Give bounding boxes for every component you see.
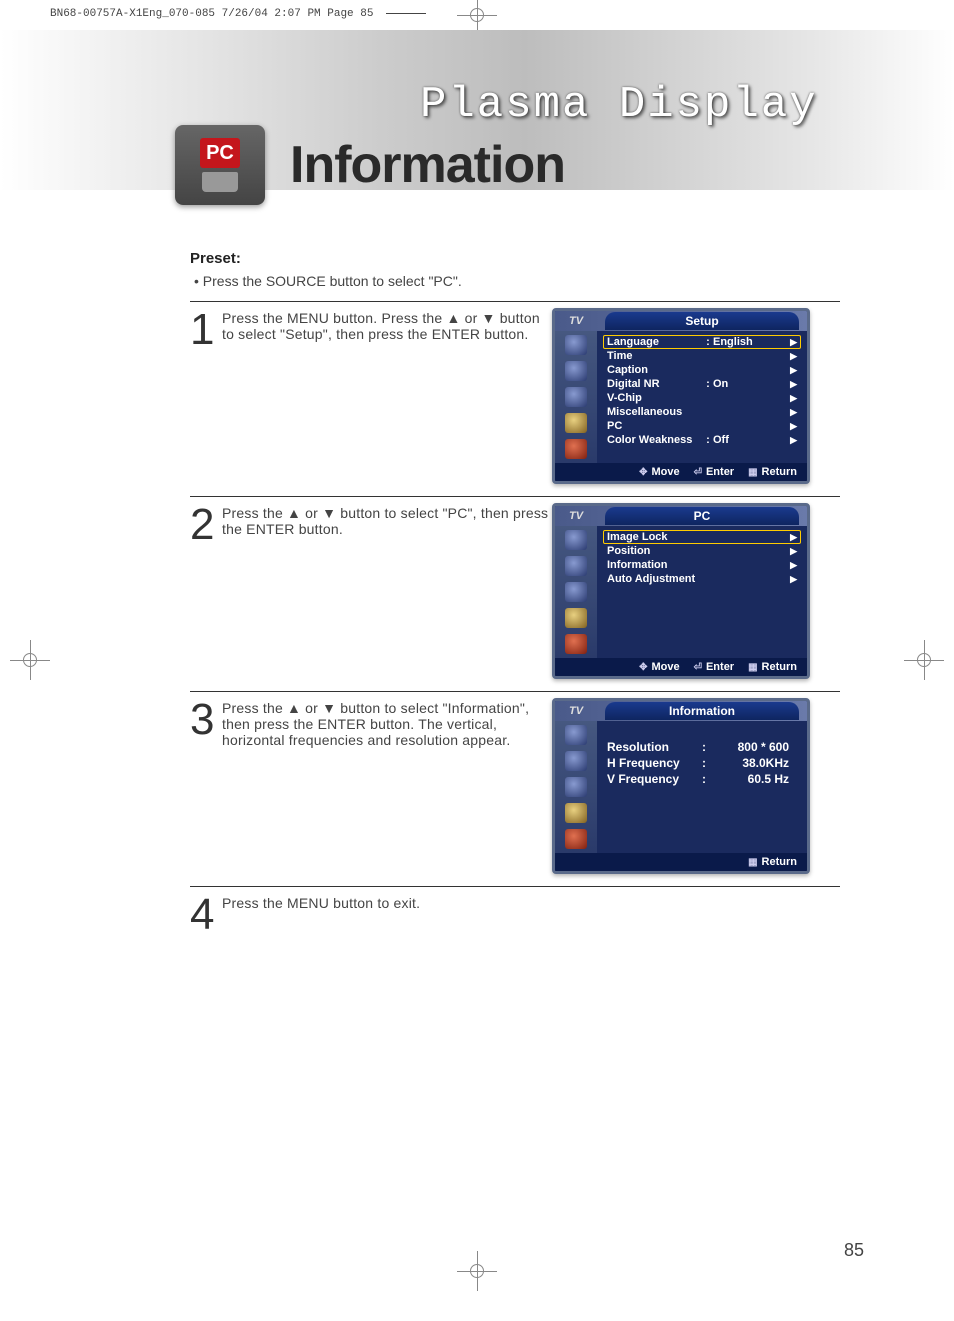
info-v-frequency: V Frequency : 60.5 Hz — [607, 771, 797, 787]
chevron-right-icon: ▶ — [790, 407, 797, 418]
crop-mark-bottom — [457, 1251, 497, 1291]
osd-footer: ✥Move ⏎Enter ▦Return — [555, 463, 807, 481]
osd-sidebar-icons — [555, 526, 597, 658]
header-banner: Plasma Display PC Information — [0, 30, 954, 190]
return-icon: ▦ — [748, 662, 757, 673]
enter-icon: ⏎ — [694, 662, 702, 673]
info-h-frequency: H Frequency : 38.0KHz — [607, 755, 797, 771]
step-1: 1 Press the MENU button. Press the ▲ or … — [190, 301, 840, 484]
osd-icon-picture-icon — [565, 556, 587, 576]
osd-item-misc: Miscellaneous ▶ — [603, 405, 801, 419]
osd-icon-setup-icon — [565, 634, 587, 654]
enter-icon: ⏎ — [694, 467, 702, 478]
step-text: Press the MENU button to exit. — [222, 893, 552, 946]
osd-icon-channel-icon — [565, 803, 587, 823]
preset-heading: Preset: — [190, 250, 840, 267]
osd-item-color-weakness: Color Weakness : Off ▶ — [603, 433, 801, 447]
step-text: Press the ▲ or ▼ button to select "Infor… — [222, 698, 552, 874]
osd-sidebar-icons — [555, 721, 597, 853]
osd-title: PC — [605, 507, 799, 525]
osd-title: Setup — [605, 312, 799, 330]
osd-icon-channel-icon — [565, 413, 587, 433]
osd-footer: ▦Return — [555, 853, 807, 871]
osd-icon-picture-icon — [565, 361, 587, 381]
chevron-right-icon: ▶ — [790, 560, 797, 571]
osd-item-position: Position ▶ — [603, 544, 801, 558]
osd-item-information: Information ▶ — [603, 558, 801, 572]
move-icon: ✥ — [639, 662, 647, 673]
info-resolution: Resolution : 800 * 600 — [607, 739, 797, 755]
step-number: 4 — [190, 893, 222, 946]
step-number: 1 — [190, 308, 222, 484]
osd-source-label: TV — [555, 315, 597, 327]
chevron-right-icon: ▶ — [790, 337, 797, 348]
osd-icon-picture-icon — [565, 751, 587, 771]
osd-icon-sound-icon — [565, 582, 587, 602]
chevron-right-icon: ▶ — [790, 546, 797, 557]
return-icon: ▦ — [748, 857, 757, 868]
print-header: BN68-00757A-X1Eng_070-085 7/26/04 2:07 P… — [50, 8, 426, 20]
step-2: 2 Press the ▲ or ▼ button to select "PC"… — [190, 496, 840, 679]
osd-item-language: Language : English ▶ — [603, 335, 801, 349]
osd-source-label: TV — [555, 510, 597, 522]
osd-list: Language : English ▶ Time ▶ Caption — [597, 331, 807, 463]
banner-title: Plasma Display — [420, 80, 818, 130]
print-header-rule — [386, 13, 426, 14]
preset-note: • Press the SOURCE button to select "PC"… — [190, 273, 840, 289]
osd-list: Image Lock ▶ Position ▶ Information ▶ — [597, 526, 807, 658]
content: Preset: • Press the SOURCE button to sel… — [190, 250, 840, 946]
chevron-right-icon: ▶ — [790, 532, 797, 543]
osd-icon-setup-icon — [565, 439, 587, 459]
osd-item-time: Time ▶ — [603, 349, 801, 363]
step-screenshot: TV PC Image Lock ▶ — [552, 503, 812, 679]
pc-badge-label: PC — [200, 138, 240, 168]
osd-item-caption: Caption ▶ — [603, 363, 801, 377]
osd-icon-input-icon — [565, 530, 587, 550]
osd-item-digital-nr: Digital NR : On ▶ — [603, 377, 801, 391]
osd-icon-setup-icon — [565, 829, 587, 849]
step-number: 3 — [190, 698, 222, 874]
osd-pc: TV PC Image Lock ▶ — [552, 503, 810, 679]
step-3: 3 Press the ▲ or ▼ button to select "Inf… — [190, 691, 840, 874]
page-title: Information — [290, 135, 565, 195]
crop-mark-right — [904, 640, 944, 680]
osd-item-pc: PC ▶ — [603, 419, 801, 433]
crop-mark-left — [10, 640, 50, 680]
osd-icon-input-icon — [565, 335, 587, 355]
chevron-right-icon: ▶ — [790, 365, 797, 376]
osd-icon-sound-icon — [565, 387, 587, 407]
step-screenshot: TV Setup Language : — [552, 308, 812, 484]
pc-badge-base-icon — [202, 172, 238, 192]
step-number: 2 — [190, 503, 222, 679]
step-text: Press the MENU button. Press the ▲ or ▼ … — [222, 308, 552, 484]
osd-setup: TV Setup Language : — [552, 308, 810, 484]
step-screenshot: TV Information Resolution : — [552, 698, 812, 874]
osd-info-list: Resolution : 800 * 600 H Frequency : 38.… — [597, 721, 807, 853]
chevron-right-icon: ▶ — [790, 393, 797, 404]
osd-item-vchip: V-Chip ▶ — [603, 391, 801, 405]
osd-icon-sound-icon — [565, 777, 587, 797]
pc-badge: PC — [175, 125, 265, 205]
osd-icon-channel-icon — [565, 608, 587, 628]
osd-icon-input-icon — [565, 725, 587, 745]
osd-title: Information — [605, 702, 799, 720]
page-number: 85 — [844, 1240, 864, 1261]
move-icon: ✥ — [639, 467, 647, 478]
osd-item-image-lock: Image Lock ▶ — [603, 530, 801, 544]
osd-item-auto-adjust: Auto Adjustment ▶ — [603, 572, 801, 586]
chevron-right-icon: ▶ — [790, 574, 797, 585]
return-icon: ▦ — [748, 467, 757, 478]
print-header-text: BN68-00757A-X1Eng_070-085 7/26/04 2:07 P… — [50, 8, 373, 20]
osd-footer: ✥Move ⏎Enter ▦Return — [555, 658, 807, 676]
chevron-right-icon: ▶ — [790, 435, 797, 446]
osd-source-label: TV — [555, 705, 597, 717]
chevron-right-icon: ▶ — [790, 421, 797, 432]
osd-sidebar-icons — [555, 331, 597, 463]
step-text: Press the ▲ or ▼ button to select "PC", … — [222, 503, 552, 679]
chevron-right-icon: ▶ — [790, 351, 797, 362]
chevron-right-icon: ▶ — [790, 379, 797, 390]
step-4: 4 Press the MENU button to exit. — [190, 886, 840, 946]
osd-information: TV Information Resolution : — [552, 698, 810, 874]
